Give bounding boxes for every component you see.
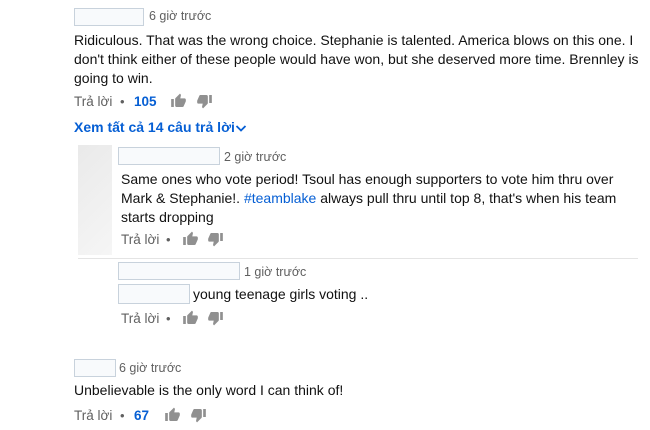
like-icon[interactable]	[164, 407, 181, 423]
reply-button[interactable]: Trả lời	[74, 94, 112, 109]
comment-text: Ridiculous. That was the wrong choice. S…	[74, 32, 639, 86]
like-icon[interactable]	[170, 93, 187, 109]
reply-button[interactable]: Trả lời	[74, 408, 112, 423]
dislike-icon[interactable]	[207, 231, 224, 247]
author-name-redacted[interactable]	[74, 359, 116, 377]
avatar[interactable]	[78, 145, 112, 255]
like-icon[interactable]	[182, 231, 199, 247]
reply-timestamp[interactable]: 2 giờ trước	[224, 150, 286, 164]
divider	[78, 258, 638, 259]
comment-timestamp[interactable]: 6 giờ trước	[149, 9, 211, 23]
reply-button[interactable]: Trả lời	[121, 311, 159, 326]
like-count: 105	[134, 94, 157, 109]
separator-dot: •	[120, 94, 125, 109]
dislike-icon[interactable]	[190, 407, 207, 423]
reply-text: Same ones who vote period! Tsoul has eno…	[121, 170, 636, 227]
reply-text: young teenage girls voting ..	[193, 286, 369, 302]
like-icon[interactable]	[182, 310, 199, 326]
separator-dot: •	[166, 232, 171, 247]
chevron-down-icon	[235, 125, 247, 132]
like-count: 67	[134, 408, 150, 423]
mention-redacted[interactable]	[118, 284, 190, 304]
separator-dot: •	[120, 408, 125, 423]
comment-timestamp[interactable]: 6 giờ trước	[119, 361, 181, 375]
dislike-icon[interactable]	[207, 310, 224, 326]
dislike-icon[interactable]	[196, 93, 213, 109]
view-replies-button[interactable]: Xem tất cả 14 câu trả lời	[74, 119, 254, 139]
comment-text: Unbelievable is the only word I can thin…	[74, 382, 344, 398]
author-name-redacted[interactable]	[118, 147, 220, 165]
hashtag-link[interactable]: #teamblake	[244, 190, 316, 206]
separator-dot: •	[166, 311, 171, 326]
author-name-redacted[interactable]	[118, 262, 240, 280]
author-name-redacted[interactable]	[74, 8, 144, 26]
view-replies-label: Xem tất cả 14 câu trả lời	[74, 119, 235, 135]
reply-button[interactable]: Trả lời	[121, 232, 159, 247]
reply-timestamp[interactable]: 1 giờ trước	[244, 265, 306, 279]
